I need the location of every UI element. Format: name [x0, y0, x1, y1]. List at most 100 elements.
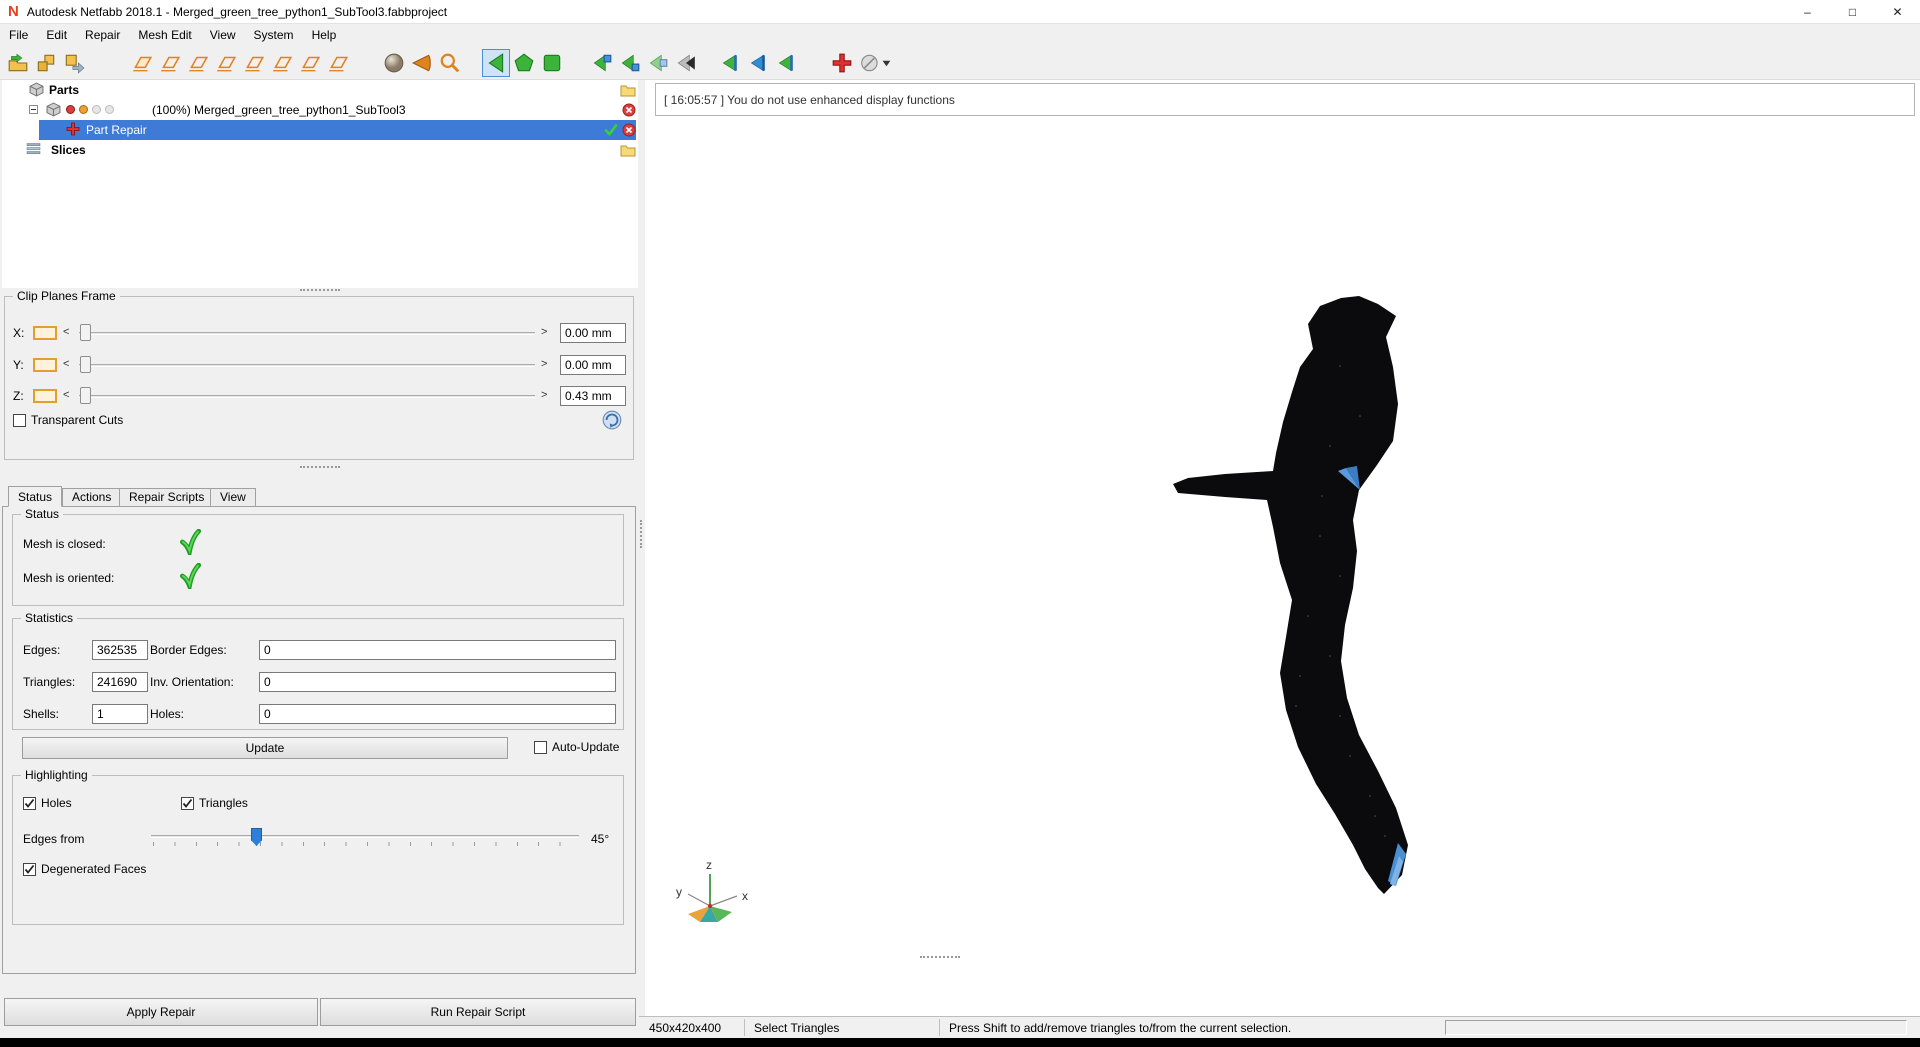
- tree-label-slices[interactable]: Slices: [51, 143, 86, 157]
- platform-view-button[interactable]: [240, 49, 268, 77]
- transparent-cuts-checkbox[interactable]: Transparent Cuts: [13, 413, 123, 427]
- auto-update-label: Auto-Update: [552, 740, 620, 754]
- platform-view-button[interactable]: [128, 49, 156, 77]
- tab-view[interactable]: View: [210, 488, 256, 507]
- select-triangles-tool-button[interactable]: [482, 48, 510, 77]
- mesh-model[interactable]: [1173, 296, 1408, 894]
- tree-row-parts[interactable]: Parts: [2, 80, 638, 100]
- view-front-button[interactable]: [744, 49, 772, 77]
- menu-repair[interactable]: Repair: [76, 24, 129, 46]
- x-decrease-button[interactable]: <: [63, 326, 69, 338]
- y-clip-value-input[interactable]: [560, 355, 626, 375]
- platform-icon: [161, 56, 181, 71]
- viewport-splitter-handle[interactable]: [920, 956, 960, 959]
- menu-mesh-edit[interactable]: Mesh Edit: [129, 24, 200, 46]
- repair-part-button[interactable]: [828, 49, 856, 77]
- platform-view-button[interactable]: [296, 49, 324, 77]
- collapse-icon[interactable]: [29, 105, 38, 114]
- auto-update-checkbox[interactable]: Auto-Update: [534, 740, 619, 754]
- platform-view-button[interactable]: [184, 49, 212, 77]
- platform-view-button[interactable]: [268, 49, 296, 77]
- folder-icon[interactable]: [620, 143, 636, 157]
- platform-view-button[interactable]: [156, 49, 184, 77]
- clip-row-y: Y: < >: [5, 355, 633, 375]
- z-decrease-button[interactable]: <: [63, 389, 69, 401]
- shells-input[interactable]: [92, 704, 148, 724]
- z-plane-swatch[interactable]: [33, 389, 57, 403]
- shading-button[interactable]: [380, 49, 408, 77]
- viewport-3d[interactable]: [ 16:05:57 ] You do not use enhanced dis…: [645, 80, 1920, 1016]
- tree-row-part[interactable]: (100%) Merged_green_tree_python1_SubTool…: [2, 100, 638, 120]
- remove-icon[interactable]: [622, 103, 636, 117]
- tree-label-parts[interactable]: Parts: [49, 83, 79, 97]
- zoom-to-part-button[interactable]: [588, 49, 616, 77]
- tab-status[interactable]: Status: [8, 486, 63, 507]
- x-clip-slider[interactable]: [79, 332, 535, 335]
- z-increase-button[interactable]: >: [541, 389, 547, 401]
- menu-help[interactable]: Help: [303, 24, 346, 46]
- zoom-to-selection-button[interactable]: [616, 49, 644, 77]
- close-button[interactable]: ✕: [1875, 0, 1920, 23]
- splitter-handle[interactable]: [300, 466, 340, 469]
- maximize-button[interactable]: □: [1830, 0, 1875, 23]
- folder-icon[interactable]: [620, 83, 636, 97]
- status-group: Status Mesh is closed: Mesh is oriented:: [12, 507, 624, 606]
- edges-input[interactable]: [92, 640, 148, 660]
- tree-row-part-repair[interactable]: Part Repair: [2, 120, 638, 140]
- triangles-input[interactable]: [92, 672, 148, 692]
- platform-view-button[interactable]: [324, 49, 352, 77]
- zoom-button[interactable]: [436, 49, 464, 77]
- menu-system[interactable]: System: [245, 24, 303, 46]
- zoom-history-button[interactable]: [672, 49, 700, 77]
- tree-row-slices[interactable]: Slices: [2, 140, 638, 160]
- update-button[interactable]: Update: [22, 737, 508, 759]
- y-plane-swatch[interactable]: [33, 358, 57, 372]
- add-part-button[interactable]: [32, 49, 60, 77]
- edges-angle-slider[interactable]: [151, 828, 579, 848]
- panel-splitter[interactable]: [638, 80, 645, 1016]
- minimize-button[interactable]: –: [1785, 0, 1830, 23]
- tab-actions[interactable]: Actions: [62, 488, 122, 507]
- reset-view-icon[interactable]: [601, 409, 623, 431]
- triangles-checkbox[interactable]: Triangles: [181, 796, 248, 810]
- tree-label-part[interactable]: (100%) Merged_green_tree_python1_SubTool…: [152, 103, 406, 117]
- y-decrease-button[interactable]: <: [63, 358, 69, 370]
- mesh-canvas[interactable]: z y x: [645, 116, 1920, 1016]
- run-repair-script-button[interactable]: Run Repair Script: [320, 998, 636, 1026]
- y-increase-button[interactable]: >: [541, 358, 547, 370]
- inv-orientation-input[interactable]: [259, 672, 616, 692]
- degenerated-faces-checkbox[interactable]: Degenerated Faces: [23, 862, 146, 876]
- apply-repair-button[interactable]: Apply Repair: [4, 998, 318, 1026]
- slider-track[interactable]: [151, 835, 579, 838]
- select-shell-tool-button[interactable]: [538, 49, 566, 77]
- tree-label-part-repair[interactable]: Part Repair: [86, 123, 147, 137]
- shader-mode-button[interactable]: [856, 49, 896, 77]
- y-clip-slider[interactable]: [79, 364, 535, 367]
- border-edges-input[interactable]: [259, 640, 616, 660]
- export-part-button[interactable]: [60, 49, 88, 77]
- y-clip-slider-thumb[interactable]: [80, 356, 91, 373]
- splitter-handle[interactable]: [300, 289, 340, 292]
- select-triangle-icon: [488, 52, 504, 73]
- select-surface-tool-button[interactable]: [510, 49, 538, 77]
- x-clip-slider-thumb[interactable]: [80, 324, 91, 341]
- zoom-out-part-button[interactable]: [644, 49, 672, 77]
- menu-view[interactable]: View: [201, 24, 245, 46]
- menu-file[interactable]: File: [0, 24, 37, 46]
- view-left-button[interactable]: [716, 49, 744, 77]
- z-clip-slider-thumb[interactable]: [80, 387, 91, 404]
- z-clip-slider[interactable]: [79, 395, 535, 398]
- cone-view-button[interactable]: [408, 49, 436, 77]
- x-plane-swatch[interactable]: [33, 326, 57, 340]
- menu-edit[interactable]: Edit: [37, 24, 76, 46]
- tab-repair-scripts[interactable]: Repair Scripts: [119, 488, 215, 507]
- x-increase-button[interactable]: >: [541, 326, 547, 338]
- x-clip-value-input[interactable]: [560, 323, 626, 343]
- remove-icon[interactable]: [622, 123, 636, 137]
- view-back-button[interactable]: [772, 49, 800, 77]
- z-clip-value-input[interactable]: [560, 386, 626, 406]
- platform-view-button[interactable]: [212, 49, 240, 77]
- holes-checkbox[interactable]: Holes: [23, 796, 72, 810]
- holes-input[interactable]: [259, 704, 616, 724]
- open-project-button[interactable]: [4, 49, 32, 77]
